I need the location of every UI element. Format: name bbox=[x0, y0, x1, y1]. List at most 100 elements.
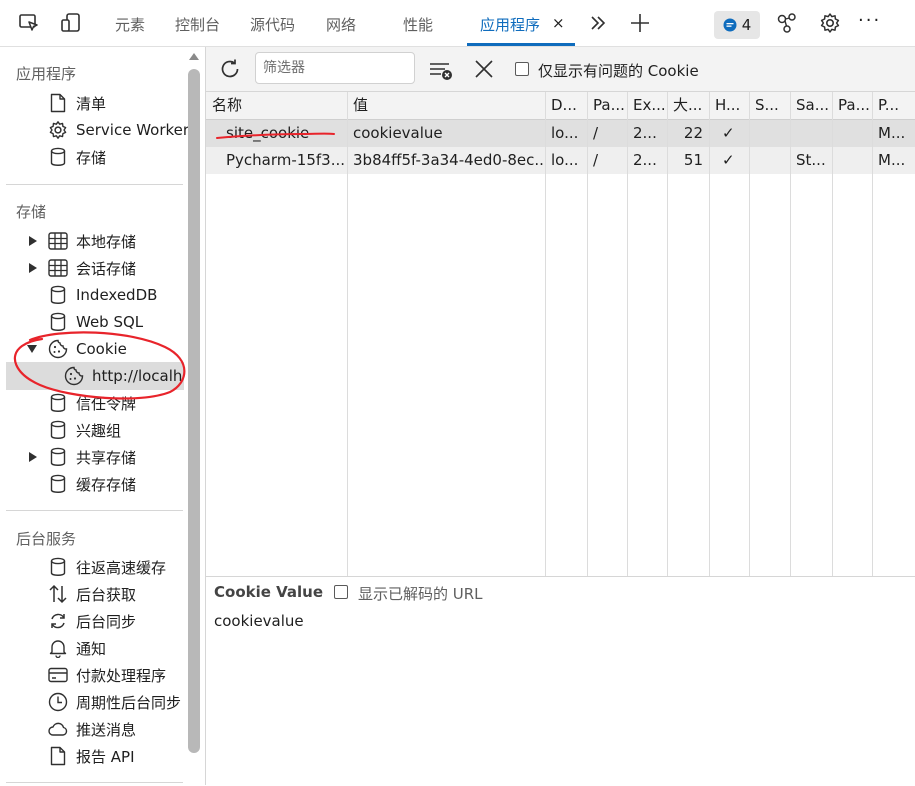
column-header-samesite[interactable]: Sa... bbox=[790, 92, 832, 119]
expand-arrow-icon[interactable] bbox=[29, 263, 37, 273]
sidebar-item-local-storage[interactable]: 本地存储 bbox=[29, 228, 136, 254]
sidebar-item-label: 存储 bbox=[76, 148, 107, 167]
sidebar-item-label: 缓存存储 bbox=[76, 475, 137, 494]
column-divider[interactable] bbox=[587, 92, 588, 576]
inspect-icon[interactable] bbox=[17, 11, 41, 35]
cell-name: site_cookie bbox=[226, 124, 310, 142]
only-issues-checkbox[interactable] bbox=[515, 62, 529, 76]
sidebar-item-reporting-api[interactable]: 报告 API bbox=[48, 743, 135, 769]
sidebar-item-label: 付款处理程序 bbox=[76, 666, 167, 685]
sidebar-scrollbar-thumb[interactable] bbox=[188, 69, 200, 753]
cell-size: 22 bbox=[683, 124, 703, 142]
sidebar-item-label: 周期性后台同步 bbox=[76, 693, 182, 712]
column-divider[interactable] bbox=[347, 92, 348, 576]
column-divider[interactable] bbox=[545, 92, 546, 576]
cell-secure bbox=[749, 147, 790, 174]
database-icon bbox=[48, 147, 68, 167]
show-decoded-url-checkbox[interactable] bbox=[334, 585, 348, 599]
only-issues-label: 仅显示有问题的 Cookie bbox=[538, 62, 699, 80]
column-header-partition-key[interactable]: Pa... bbox=[832, 92, 872, 119]
sidebar-item-background-sync[interactable]: 后台同步 bbox=[48, 608, 136, 634]
column-divider[interactable] bbox=[667, 92, 668, 576]
scroll-up-arrow-icon[interactable] bbox=[189, 53, 199, 60]
column-divider[interactable] bbox=[627, 92, 628, 576]
sidebar-item-web-sql[interactable]: Web SQL bbox=[48, 309, 143, 335]
column-header-name[interactable]: 名称 bbox=[206, 92, 347, 119]
filter-input[interactable] bbox=[255, 52, 415, 84]
add-tool-icon[interactable] bbox=[628, 11, 652, 35]
tab-sources[interactable]: 源代码 bbox=[250, 14, 295, 35]
column-divider[interactable] bbox=[709, 92, 710, 576]
sidebar-item-background-fetch[interactable]: 后台获取 bbox=[48, 581, 136, 607]
sidebar-item-cache-storage[interactable]: 缓存存储 bbox=[48, 471, 136, 497]
issues-count: 4 bbox=[741, 16, 752, 34]
sidebar-item-label: 共享存储 bbox=[76, 448, 137, 467]
sidebar-item-storage[interactable]: 存储 bbox=[48, 144, 106, 170]
more-icon[interactable]: ··· bbox=[858, 10, 881, 31]
sidebar-item-label: 兴趣组 bbox=[76, 421, 122, 440]
cell-partition-key bbox=[832, 120, 872, 147]
sidebar-item-service-worker[interactable]: Service Worker bbox=[48, 117, 189, 143]
sidebar-item-push-messaging[interactable]: 推送消息 bbox=[48, 716, 136, 742]
issues-icon bbox=[723, 18, 737, 32]
share-icon[interactable] bbox=[775, 11, 799, 35]
database-icon bbox=[48, 285, 68, 305]
sidebar-item-notifications[interactable]: 通知 bbox=[48, 635, 106, 661]
cookie-value-text[interactable]: cookievalue bbox=[214, 612, 304, 630]
collapse-arrow-icon[interactable] bbox=[27, 345, 37, 353]
gear-icon[interactable] bbox=[818, 11, 842, 35]
tab-console[interactable]: 控制台 bbox=[175, 14, 220, 35]
database-icon bbox=[48, 447, 68, 467]
column-divider[interactable] bbox=[790, 92, 791, 576]
more-tabs-icon[interactable] bbox=[586, 11, 610, 35]
sidebar-item-session-storage[interactable]: 会话存储 bbox=[29, 255, 136, 281]
database-icon bbox=[48, 557, 68, 577]
close-tab-icon[interactable]: × bbox=[552, 14, 565, 32]
refresh-icon[interactable] bbox=[218, 57, 242, 81]
sidebar-item-shared-storage[interactable]: 共享存储 bbox=[29, 444, 137, 470]
column-header-domain[interactable]: D... bbox=[545, 92, 587, 119]
sidebar-item-trust-tokens[interactable]: 信任令牌 bbox=[48, 390, 136, 416]
tab-network[interactable]: 网络 bbox=[326, 14, 356, 35]
column-divider[interactable] bbox=[832, 92, 833, 576]
column-header-path[interactable]: Pa... bbox=[587, 92, 627, 119]
sidebar-item-cookie[interactable]: Cookie bbox=[27, 336, 127, 362]
sidebar-item-bfcache[interactable]: 往返高速缓存 bbox=[48, 554, 166, 580]
tab-application[interactable]: 应用程序 bbox=[480, 14, 540, 35]
clock-icon bbox=[48, 692, 68, 712]
bell-icon bbox=[48, 638, 68, 658]
tab-performance[interactable]: 性能 bbox=[403, 14, 433, 35]
column-header-secure[interactable]: S... bbox=[749, 92, 790, 119]
sidebar-item-manifest[interactable]: 清单 bbox=[48, 90, 106, 116]
device-emulation-icon[interactable] bbox=[59, 11, 83, 35]
column-header-priority[interactable]: P... bbox=[872, 92, 915, 119]
table-row[interactable]: Pycharm-15f3... 3b84ff5f-3a34-4ed0-8ec..… bbox=[206, 147, 915, 174]
table-icon bbox=[48, 258, 68, 278]
column-header-expires[interactable]: Ex... bbox=[627, 92, 667, 119]
table-row[interactable]: site_cookie cookievalue lo... / 2... 22 … bbox=[206, 119, 915, 148]
sidebar-item-indexeddb[interactable]: IndexedDB bbox=[48, 282, 157, 308]
issues-button[interactable]: 4 bbox=[714, 11, 760, 39]
sidebar-item-cookie-localhost[interactable]: http://localh bbox=[64, 363, 182, 389]
clear-icon[interactable] bbox=[472, 57, 496, 81]
column-divider[interactable] bbox=[749, 92, 750, 576]
devtools-tab-bar: 元素 控制台 源代码 网络 性能 应用程序 × 4 ··· bbox=[0, 0, 915, 47]
column-header-size[interactable]: 大... bbox=[667, 92, 709, 119]
cell-priority: M... bbox=[878, 124, 906, 142]
sidebar-item-periodic-sync[interactable]: 周期性后台同步 bbox=[48, 689, 181, 715]
sidebar-item-payment-handler[interactable]: 付款处理程序 bbox=[48, 662, 166, 688]
sidebar-item-label: 推送消息 bbox=[76, 720, 137, 739]
expand-arrow-icon[interactable] bbox=[29, 452, 37, 462]
column-header-value[interactable]: 值 bbox=[347, 92, 545, 119]
tab-elements[interactable]: 元素 bbox=[115, 14, 145, 35]
table-icon bbox=[48, 231, 68, 251]
expand-arrow-icon[interactable] bbox=[29, 236, 37, 246]
sidebar-item-label: Cookie bbox=[76, 340, 127, 358]
sidebar-item-interest-groups[interactable]: 兴趣组 bbox=[48, 417, 121, 443]
column-divider[interactable] bbox=[872, 92, 873, 576]
cookie-value-title: Cookie Value bbox=[214, 583, 324, 601]
cell-samesite bbox=[790, 120, 832, 147]
divider bbox=[6, 184, 183, 185]
column-header-httponly[interactable]: H... bbox=[709, 92, 749, 119]
clear-filter-icon[interactable] bbox=[429, 58, 453, 82]
